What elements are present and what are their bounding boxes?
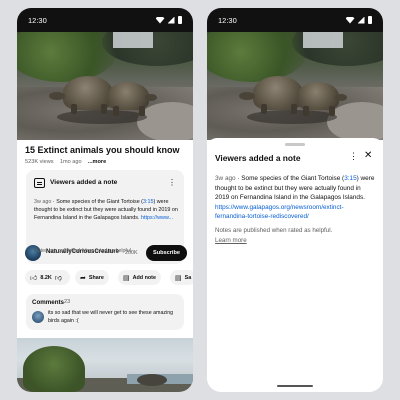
note-source-link[interactable]: https://www.galapagos.org/newsroom/extin… [215,204,344,221]
note-source-link[interactable]: https://www... [141,215,173,221]
video-meta: 523K views 1mo ago ...more [25,159,106,165]
status-time: 12:30 [218,15,237,25]
sheet-body: 3w ago · Some species of the Giant Torto… [215,175,375,221]
status-bar: 12:30 [207,8,383,32]
learn-more-link[interactable]: Learn more [215,236,365,246]
phone-right-screen: 12:30 Viewers added a note ⋮ ✕ 3w ago · … [207,8,383,392]
note-icon [34,178,45,188]
comments-title: Comments [32,299,64,306]
like-dislike-chip[interactable]: 👍︎ 8.2K 👎︎ [25,270,70,285]
video-player[interactable] [17,32,193,140]
signal-icon [167,16,175,24]
save-icon: ▤ [175,274,182,282]
more-link[interactable]: ...more [88,159,106,165]
share-label: Share [88,274,104,281]
wifi-icon [345,16,355,24]
note-footer-text: Notes are published when rated as helpfu… [34,248,133,254]
video-age: 1mo ago [59,159,82,165]
sheet-footer: Notes are published when rated as helpfu… [215,226,365,245]
phone-left-screen: 12:30 15 Extinct animals you should know… [17,8,193,392]
more-vert-icon[interactable]: ⋮ [168,178,176,187]
comments-section[interactable]: Comments 23 its so sad that we will neve… [26,294,184,330]
timestamp-link[interactable]: 3:15 [143,199,154,205]
comments-count: 23 [64,299,71,305]
commenter-avatar [32,311,44,323]
add-note-button[interactable]: ▤ Add note [118,270,161,285]
add-note-label: Add note [132,274,156,281]
note-age: 3w ago [215,175,236,182]
rating-info: Notes are published when rated as helpfu… [215,227,333,234]
note-header: Viewers added a note [50,179,118,186]
action-bar: 👍︎ 8.2K 👎︎ ➦ Share ▤ Add note ▤ Sa [25,270,193,286]
home-indicator [277,385,313,387]
more-vert-icon[interactable]: ⋮ [349,151,358,162]
status-time: 12:30 [28,15,47,25]
dislike-icon[interactable]: 👎︎ [55,273,62,282]
video-player[interactable] [207,32,383,140]
save-label: Sa [184,274,192,281]
like-icon[interactable]: 👍︎ [30,273,37,282]
note-body: 3w ago · Some species of the Giant Torto… [34,199,178,221]
share-icon: ➦ [80,274,86,282]
sheet-drag-handle[interactable] [285,143,305,146]
battery-icon [367,16,372,24]
video-title: 15 Extinct animals you should know [25,145,180,155]
add-note-icon: ▤ [123,274,130,282]
top-comment: its so sad that we will never get to see… [48,310,174,324]
view-count: 523K views [25,159,54,165]
close-icon[interactable]: ✕ [364,150,372,161]
status-icons [155,16,182,24]
wifi-icon [155,16,165,24]
note-age: 3w ago [34,199,52,205]
sheet-title: Viewers added a note [215,153,301,163]
next-video-thumbnail[interactable] [17,338,193,392]
timestamp-link[interactable]: 3:15 [344,175,356,182]
like-count: 8.2K [40,274,52,281]
battery-icon [177,16,182,24]
share-button[interactable]: ➦ Share [75,270,109,285]
note-bottom-sheet: Viewers added a note ⋮ ✕ 3w ago · Some s… [207,138,383,392]
signal-icon [357,16,365,24]
save-button[interactable]: ▤ Sa [170,270,193,285]
status-icons [345,16,372,24]
status-bar: 12:30 [17,8,193,32]
note-card-footer: Notes are published when rated as helpfu… [34,248,184,254]
